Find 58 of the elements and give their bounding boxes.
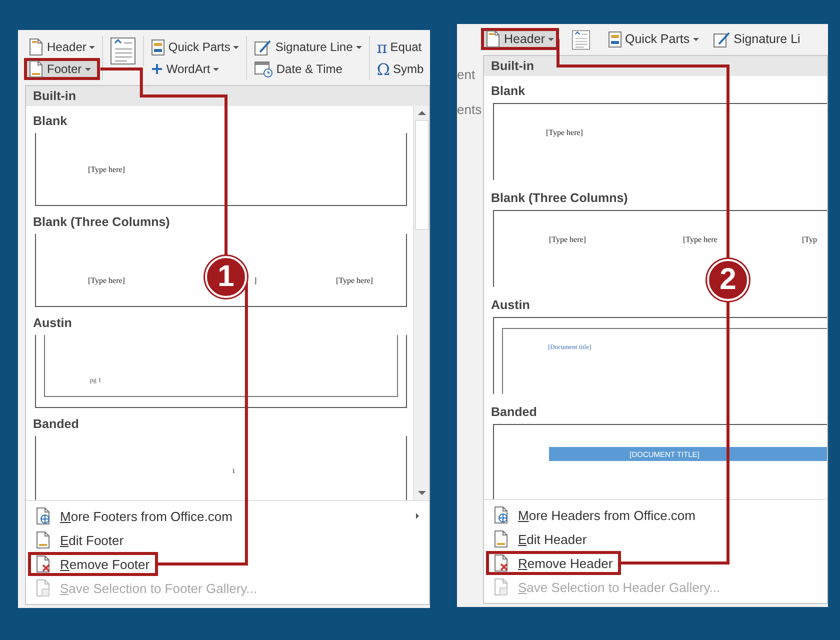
page-delete-icon: [494, 554, 509, 572]
gallery-heading: Built-in: [26, 86, 429, 106]
header-preview[interactable]: [Type here]: [493, 103, 827, 180]
menu-item[interactable]: Remove Footer: [28, 552, 158, 576]
gallery-heading: Built-in: [484, 56, 827, 76]
placeholder-text: [Typ: [802, 235, 817, 244]
footer-page-icon: [29, 60, 44, 78]
document-text: ents: [457, 102, 483, 117]
text-box-icon: [110, 37, 136, 65]
placeholder-text: [Type here]: [549, 235, 586, 244]
scrollbar[interactable]: [413, 106, 429, 500]
calendar-clock-icon: [254, 60, 274, 78]
quick-parts-icon: [151, 38, 166, 56]
section-title: Austin: [33, 315, 72, 332]
signature-pen-icon: [254, 38, 272, 56]
header-button[interactable]: Header: [481, 28, 559, 50]
quick-parts-icon: [608, 30, 622, 48]
page-globe-icon: [494, 506, 509, 524]
placeholder-text: ]: [254, 276, 257, 285]
section-title: Blank (Three Columns): [491, 190, 628, 207]
section-title: Banded: [491, 404, 537, 421]
signature-line-button[interactable]: Signature Li: [708, 28, 806, 50]
footer-button[interactable]: Footer: [24, 58, 100, 80]
quick-parts-button[interactable]: Quick Parts: [603, 28, 704, 50]
section-title: Austin: [491, 297, 530, 314]
menu-item[interactable]: Remove Header: [486, 551, 621, 575]
menu-item[interactable]: Edit Footer: [28, 528, 132, 552]
signature-pen-icon: [712, 30, 731, 48]
page-globe-icon: [36, 507, 51, 525]
section-title: Banded: [33, 416, 79, 433]
placeholder-text: [Type here]: [546, 128, 583, 137]
symbol-button[interactable]: Ω Symb: [372, 58, 429, 80]
quick-parts-button[interactable]: Quick Parts: [146, 36, 244, 58]
header-button[interactable]: Header: [24, 36, 100, 58]
section-title: Blank: [491, 83, 526, 100]
placeholder-text: [Type here]: [336, 276, 373, 285]
page-save-icon: [36, 579, 51, 597]
date-time-button[interactable]: Date & Time: [249, 58, 367, 80]
menu-item[interactable]: Edit Header: [486, 527, 595, 551]
plus-icon: [151, 63, 164, 75]
page-icon: [494, 530, 509, 548]
menu-item[interactable]: More Footers from Office.com: [28, 504, 240, 528]
page-icon: [36, 531, 51, 549]
placeholder-text: [Type here]: [88, 165, 125, 174]
wordart-button[interactable]: WordArt: [146, 58, 244, 80]
footer-preview[interactable]: [Type here]: [35, 133, 407, 206]
page-save-icon: [494, 578, 509, 596]
section-title: Blank (Three Columns): [33, 214, 170, 231]
placeholder-text: [Type here: [683, 235, 718, 244]
header-page-icon: [29, 38, 44, 56]
page-delete-icon: [36, 555, 51, 573]
equation-button[interactable]: π Equat: [372, 36, 429, 58]
menu-item[interactable]: More Headers from Office.com: [486, 503, 704, 527]
section-title: Blank: [33, 113, 68, 130]
signature-line-button[interactable]: Signature Line: [249, 36, 367, 58]
header-page-icon: [486, 30, 501, 48]
placeholder-text: [Type here]: [88, 276, 125, 285]
document-text: ent: [457, 67, 476, 82]
